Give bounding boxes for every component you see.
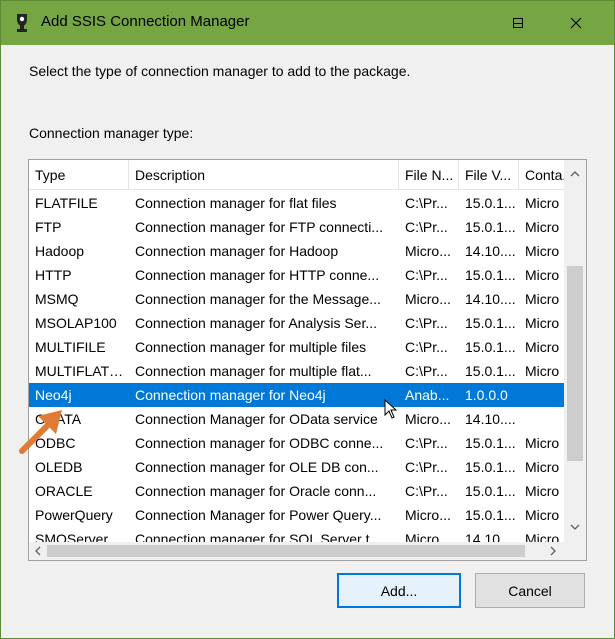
list-row[interactable]: ODBC Connection manager for ODBC conne...… [29,431,564,455]
maximize-icon [513,18,523,28]
list-row[interactable]: PowerQuery Connection Manager for Power Q… [29,503,564,527]
vertical-scroll-thumb[interactable] [567,266,583,461]
cell-type: MSOLAP100 [35,315,117,331]
cell-file-version: 15.0.1... [465,507,516,523]
cell-file-name: Micro... [405,291,451,307]
cell-file-version: 15.0.1... [465,267,516,283]
cancel-button[interactable]: Cancel [475,573,585,608]
list-row[interactable]: FTP Connection manager for FTP connecti..… [29,215,564,239]
cell-description: Connection manager for HTTP conne... [135,267,380,283]
cell-file-name: C:\Pr... [405,435,448,451]
cell-type: HTTP [35,267,72,283]
cell-description: Connection manager for Oracle conn... [135,483,377,499]
cell-file-version: 1.0.0.0 [465,387,508,403]
ssis-app-icon [17,14,27,32]
maximize-button[interactable] [495,1,541,45]
vertical-scrollbar[interactable] [564,160,586,542]
cell-file-name: C:\Pr... [405,339,448,355]
cell-type: MULTIFLATFI... [35,363,129,379]
column-header-description[interactable]: Description [129,160,399,190]
cell-type: OLEDB [35,459,83,475]
list-row[interactable]: MULTIFILE Connection manager for multiple… [29,335,564,359]
list-header: Type Description File N... File V... Con… [29,160,579,190]
cell-file-name: C:\Pr... [405,195,448,211]
list-row[interactable]: Hadoop Connection manager for Hadoop Micro… [29,239,564,263]
cell-file-name: C:\Pr... [405,315,448,331]
scroll-left-icon[interactable] [34,546,41,556]
cell-file-version: 15.0.1... [465,483,516,499]
cell-file-version: 14.10.... [465,411,516,427]
cell-description: Connection manager for Neo4j [135,387,326,403]
cell-description: Connection manager for ODBC conne... [135,435,384,451]
list-row[interactable]: ODATAConnection Manager for OData servic… [29,407,564,431]
list-row[interactable]: Neo4j Connection manager for Neo4j Anab...… [29,383,564,407]
cell-file-version: 15.0.1... [465,219,516,235]
column-header-type[interactable]: Type [29,160,129,190]
cell-file-name: Micro... [405,411,451,427]
list-row[interactable]: HTTP Connection manager for HTTP conne...… [29,263,564,287]
cell-file-name: C:\Pr... [405,459,448,475]
close-button[interactable] [553,1,599,45]
cell-type: MULTIFILE [35,339,106,355]
list-row[interactable]: FLATFILE Connection manager for flat file… [29,191,564,215]
cell-description: Connection manager for multiple flat... [135,363,372,379]
cell-type: Neo4j [35,387,72,403]
dialog-content: Select the type of connection manager to… [1,45,614,638]
mouse-cursor-icon [384,399,398,419]
cell-description: Connection manager for Analysis Ser... [135,315,378,331]
cell-file-version: 14.10.... [465,291,516,307]
cell-type: ORACLE [35,483,93,499]
list-row[interactable]: OLEDB Connection manager for OLE DB con..… [29,455,564,479]
cell-file-name: Micro... [405,507,451,523]
cell-file-name: Anab... [405,387,450,403]
scroll-down-icon[interactable] [570,524,580,531]
cell-description: Connection Manager for OData service [135,411,378,427]
window-title: Add SSIS Connection Manager [41,13,250,30]
scroll-up-icon[interactable] [570,170,580,177]
cell-file-version: 15.0.1... [465,339,516,355]
cell-file-version: 15.0.1... [465,315,516,331]
add-button[interactable]: Add... [337,573,461,608]
scrollbar-corner [564,542,586,560]
cell-type: FTP [35,219,62,235]
scroll-right-icon[interactable] [550,546,557,556]
cell-description: Connection manager for Hadoop [135,243,339,259]
cell-file-name: C:\Pr... [405,267,448,283]
annotation-arrow-icon [19,410,62,454]
cell-file-name: C:\Pr... [405,483,448,499]
title-bar[interactable]: Add SSIS Connection Manager [1,1,614,45]
horizontal-scrollbar[interactable] [29,542,564,560]
instruction-text: Select the type of connection manager to… [29,63,411,79]
cell-description: Connection manager for FTP connecti... [135,219,383,235]
cell-file-name: Micro... [405,243,451,259]
cell-file-version: 15.0.1... [465,459,516,475]
cell-description: Connection manager for the Message... [135,291,381,307]
cell-file-version: 15.0.1... [465,435,516,451]
column-header-file-version[interactable]: File V... [459,160,519,190]
cell-description: Connection manager for OLE DB con... [135,459,379,475]
cell-type: FLATFILE [35,195,98,211]
list-row[interactable]: ORACLE Connection manager for Oracle conn… [29,479,564,503]
dialog-window: Add SSIS Connection Manager Select the t… [0,0,615,639]
column-header-file-name[interactable]: File N... [399,160,459,190]
horizontal-scroll-thumb[interactable] [47,545,525,557]
cell-file-version: 14.10.... [465,243,516,259]
list-row[interactable]: MULTIFLATFI... Connection manager for mul… [29,359,564,383]
cell-file-version: 15.0.1... [465,195,516,211]
cell-description: Connection Manager for Power Query... [135,507,382,523]
list-row[interactable]: MSMQ Connection manager for the Message..… [29,287,564,311]
cell-file-name: C:\Pr... [405,363,448,379]
cell-file-name: C:\Pr... [405,219,448,235]
connection-type-label: Connection manager type: [29,125,194,141]
cell-type: MSMQ [35,291,79,307]
cell-description: Connection manager for flat files [135,195,337,211]
connection-type-list[interactable]: Type Description File N... File V... Con… [28,159,587,561]
close-icon [570,17,582,29]
cell-type: Hadoop [35,243,85,259]
cell-file-version: 15.0.1... [465,363,516,379]
cell-description: Connection manager for multiple files [135,339,367,355]
cell-type: PowerQuery [35,507,113,523]
list-row[interactable]: MSOLAP100 Connection manager for Analysis… [29,311,564,335]
